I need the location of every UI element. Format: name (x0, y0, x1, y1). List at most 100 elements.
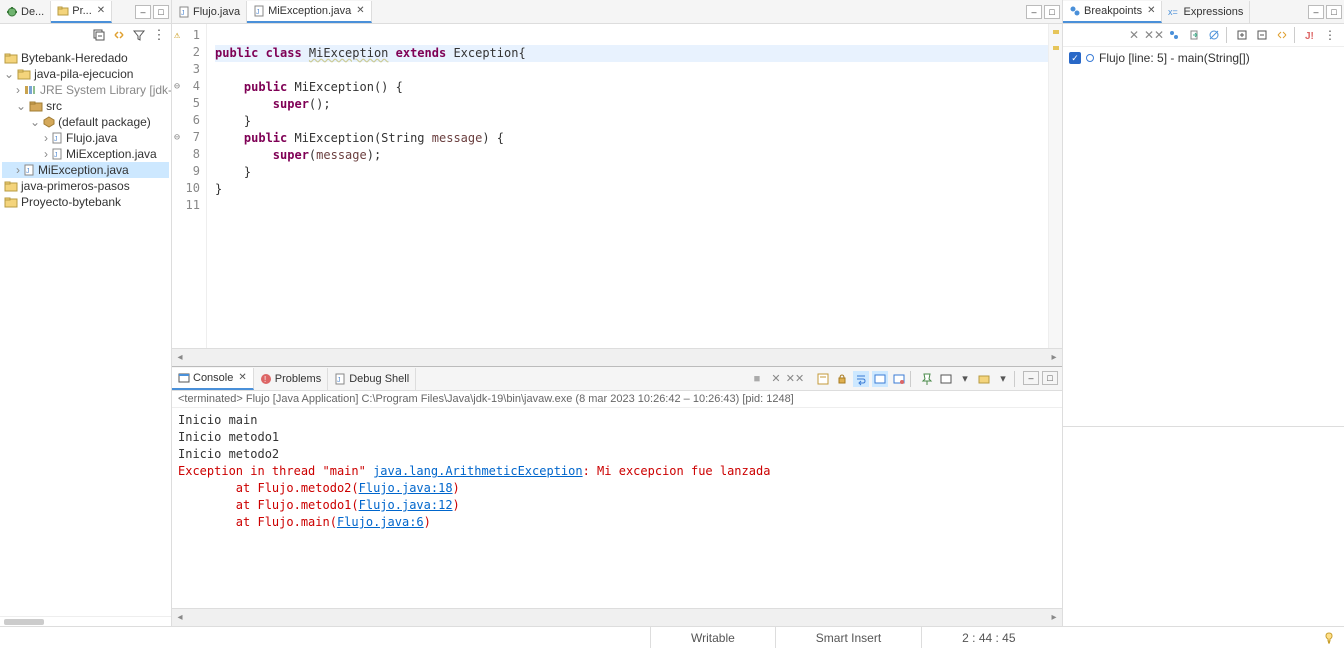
remove-breakpoint-icon[interactable]: ✕ (1126, 27, 1142, 43)
editor-horizontal-scrollbar[interactable]: ◂ ▸ (172, 348, 1062, 366)
expand-all-icon[interactable] (1234, 27, 1250, 43)
default-package[interactable]: ⌄ (default package) (2, 114, 169, 130)
scroll-right-icon[interactable]: ▸ (1046, 352, 1062, 363)
word-wrap-icon[interactable] (853, 371, 869, 387)
filter-icon[interactable] (131, 27, 147, 43)
expressions-icon: x= (1168, 6, 1180, 18)
expand-icon[interactable]: ⌄ (30, 115, 40, 129)
clear-console-icon[interactable] (815, 371, 831, 387)
collapse-all-icon[interactable] (91, 27, 107, 43)
tab-debug[interactable]: De... (0, 1, 51, 23)
close-icon[interactable]: ✕ (356, 5, 364, 16)
tab-breakpoints[interactable]: Breakpoints ✕ (1063, 1, 1162, 23)
scroll-right-icon[interactable]: ▸ (1046, 612, 1062, 623)
dropdown-icon[interactable]: ▾ (957, 371, 973, 387)
checkbox-checked-icon[interactable]: ✓ (1069, 52, 1081, 64)
collapse-all-icon[interactable] (1254, 27, 1270, 43)
file-miexception-tree[interactable]: › J MiException.java (2, 146, 169, 162)
console-toolbar: ■ ✕ ✕✕ ▾ ▾ ‒ □ (749, 371, 1062, 387)
close-icon[interactable]: ✕ (238, 372, 246, 383)
view-menu-icon[interactable]: ⋮ (151, 27, 167, 43)
dropdown-icon[interactable]: ▾ (995, 371, 1011, 387)
stacktrace-link[interactable]: Flujo.java:18 (359, 481, 453, 495)
expand-icon[interactable]: › (16, 83, 20, 97)
show-console-icon[interactable] (872, 371, 888, 387)
line-number: 9 (193, 164, 200, 178)
expand-icon[interactable]: ⌄ (4, 67, 14, 81)
minimize-button[interactable]: ‒ (135, 5, 151, 19)
project-proyecto-bytebank[interactable]: Proyecto-bytebank (2, 194, 169, 210)
scroll-left-icon[interactable]: ◂ (172, 352, 188, 363)
code-editor[interactable]: ⚠1 2 3 ⊖4 5 6 ⊖7 8 9 10 11 public class … (172, 24, 1062, 348)
remove-all-breakpoints-icon[interactable]: ✕✕ (1146, 27, 1162, 43)
overview-ruler[interactable] (1048, 24, 1062, 348)
minimize-button[interactable]: ‒ (1026, 5, 1042, 19)
scroll-left-icon[interactable]: ◂ (172, 612, 188, 623)
link-icon[interactable] (1274, 27, 1290, 43)
warning-mark[interactable] (1053, 30, 1059, 34)
console-output[interactable]: Inicio main Inicio metodo1 Inicio metodo… (172, 408, 1062, 608)
tree-label: src (46, 99, 62, 113)
jre-system-library[interactable]: › JRE System Library [jdk- (2, 82, 169, 98)
file-miexception-selected[interactable]: › J MiException.java (2, 162, 169, 178)
line-number: 10 (186, 181, 200, 195)
status-writable: Writable (650, 627, 775, 648)
horizontal-scrollbar[interactable] (4, 619, 44, 625)
tab-debug-shell[interactable]: J Debug Shell (328, 368, 416, 390)
warning-mark[interactable] (1053, 46, 1059, 50)
maximize-button[interactable]: □ (153, 5, 169, 19)
link-editor-icon[interactable] (111, 27, 127, 43)
fold-marker-icon[interactable]: ⊖ (174, 132, 180, 143)
remove-all-icon[interactable]: ✕✕ (787, 371, 803, 387)
maximize-button[interactable]: □ (1326, 5, 1342, 19)
exception-link[interactable]: java.lang.ArithmeticException (373, 464, 583, 478)
scroll-lock-icon[interactable] (834, 371, 850, 387)
svg-text:J: J (256, 9, 260, 16)
tab-project-explorer[interactable]: Pr... ✕ (51, 1, 112, 23)
tab-console[interactable]: Console ✕ (172, 368, 254, 390)
package-icon (43, 116, 55, 128)
add-java-exception-icon[interactable]: J! (1302, 27, 1318, 43)
close-icon[interactable]: ✕ (1147, 5, 1155, 16)
project-bytebank-heredado[interactable]: Bytebank-Heredado (2, 50, 169, 66)
maximize-button[interactable]: □ (1042, 371, 1058, 385)
skip-breakpoints-icon[interactable] (1206, 27, 1222, 43)
code-body[interactable]: public class MiException extends Excepti… (207, 24, 1062, 348)
tree-label: Flujo.java (66, 131, 117, 145)
java-file-icon: J (23, 164, 35, 176)
goto-file-icon[interactable] (1186, 27, 1202, 43)
project-java-primeros-pasos[interactable]: java-primeros-pasos (2, 178, 169, 194)
project-java-pila-ejecucion[interactable]: ⌄ java-pila-ejecucion (2, 66, 169, 82)
tab-problems[interactable]: ! Problems (254, 368, 328, 390)
display-selected-icon[interactable] (938, 371, 954, 387)
editor-tab-miexception[interactable]: J MiException.java ✕ (247, 1, 372, 23)
show-stderr-icon[interactable] (891, 371, 907, 387)
warning-marker-icon: ⚠ (174, 30, 180, 41)
expand-icon[interactable]: › (16, 163, 20, 177)
stacktrace-link[interactable]: Flujo.java:12 (359, 498, 453, 512)
open-console-icon[interactable] (976, 371, 992, 387)
minimize-button[interactable]: ‒ (1023, 371, 1039, 385)
pin-console-icon[interactable] (919, 371, 935, 387)
breakpoint-item[interactable]: ✓ Flujo [line: 5] - main(String[]) (1069, 51, 1338, 65)
fold-marker-icon[interactable]: ⊖ (174, 81, 180, 92)
console-horizontal-scrollbar[interactable]: ◂ ▸ (172, 608, 1062, 626)
console-error-line: at Flujo.metodo1(Flujo.java:12) (178, 498, 460, 512)
tab-expressions[interactable]: x= Expressions (1162, 1, 1250, 23)
src-folder[interactable]: ⌄ src (2, 98, 169, 114)
tip-icon[interactable] (1322, 631, 1336, 645)
editor-tab-flujo[interactable]: J Flujo.java (172, 1, 247, 23)
show-supported-icon[interactable] (1166, 27, 1182, 43)
remove-launch-icon[interactable]: ✕ (768, 371, 784, 387)
expand-icon[interactable]: ⌄ (16, 99, 26, 113)
close-icon[interactable]: ✕ (97, 5, 105, 16)
stacktrace-link[interactable]: Flujo.java:6 (337, 515, 424, 529)
terminate-icon[interactable]: ■ (749, 371, 765, 387)
debug-shell-icon: J (334, 373, 346, 385)
expand-icon[interactable]: › (44, 131, 48, 145)
minimize-button[interactable]: ‒ (1308, 5, 1324, 19)
view-menu-icon[interactable]: ⋮ (1322, 27, 1338, 43)
file-flujo[interactable]: › J Flujo.java (2, 130, 169, 146)
expand-icon[interactable]: › (44, 147, 48, 161)
maximize-button[interactable]: □ (1044, 5, 1060, 19)
